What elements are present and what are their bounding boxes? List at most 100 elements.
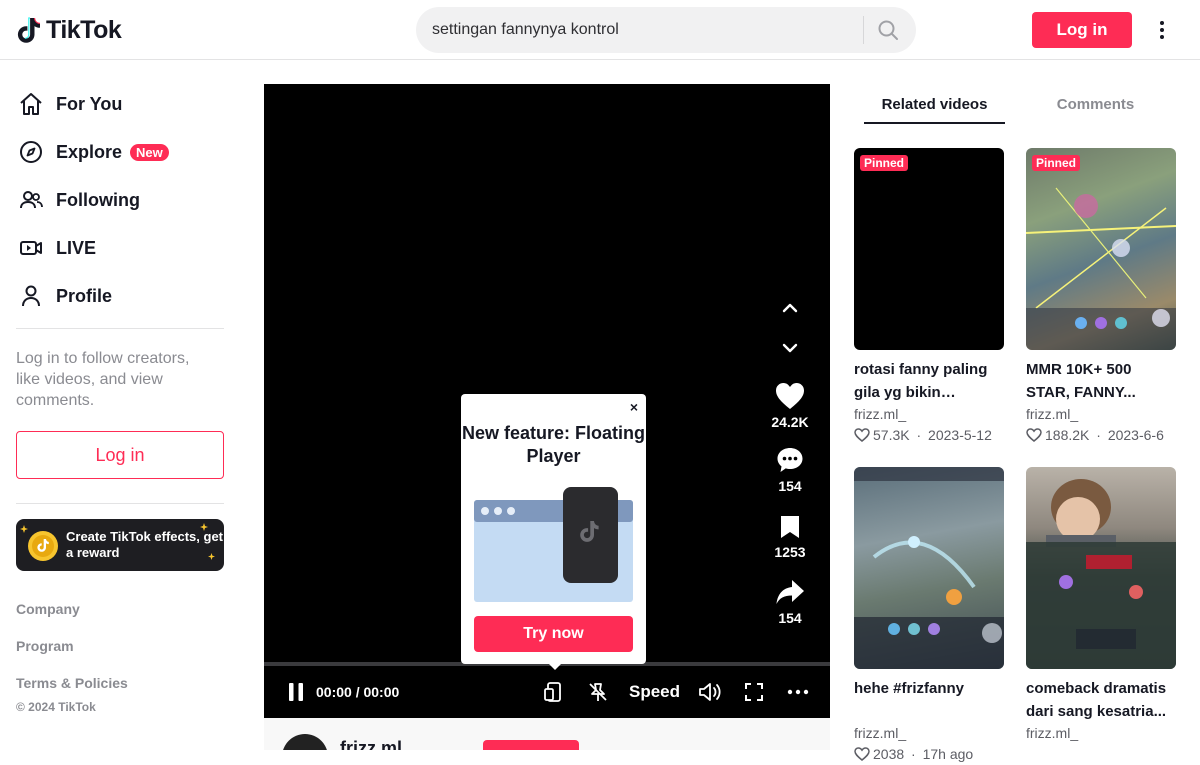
search-icon	[878, 20, 898, 40]
speed-button[interactable]: Speed	[629, 682, 680, 702]
live-icon	[16, 233, 46, 263]
video-thumbnail[interactable]: Pinned	[1026, 148, 1176, 350]
previous-video-button[interactable]	[764, 298, 816, 318]
tab-comments[interactable]: Comments	[1025, 86, 1166, 124]
sidebar-item-label: Explore	[56, 141, 123, 162]
video-author[interactable]: frizz.ml_	[1026, 723, 1176, 743]
search-button[interactable]	[874, 17, 902, 43]
tiktok-logo[interactable]: TikTok	[16, 14, 122, 46]
sidebar-divider	[16, 503, 224, 504]
footer-link-company[interactable]: Company	[16, 601, 80, 617]
sparkle-icon	[20, 525, 28, 533]
footer-link-terms[interactable]: Terms & Policies	[16, 675, 128, 691]
sidebar-item-for-you[interactable]: For You	[16, 84, 122, 124]
author-name[interactable]: frizz.ml	[340, 738, 402, 750]
sidebar-item-live[interactable]: LIVE	[16, 228, 96, 268]
close-icon[interactable]: ×	[627, 399, 641, 415]
save-button[interactable]: 1253	[764, 514, 816, 560]
follow-button[interactable]	[483, 740, 579, 750]
share-count: 154	[778, 610, 802, 626]
chevron-down-icon	[782, 343, 798, 353]
floating-player-button[interactable]	[542, 680, 566, 704]
volume-button[interactable]	[698, 680, 722, 704]
avatar[interactable]	[282, 734, 328, 750]
try-now-button[interactable]: Try now	[474, 616, 633, 652]
volume-icon	[699, 683, 721, 701]
chevron-up-icon	[782, 303, 798, 313]
video-card[interactable]: Pinned rotasi fanny paling gila yg bikin…	[854, 148, 1004, 446]
save-count: 1253	[774, 544, 806, 560]
login-button[interactable]: Log in	[1032, 12, 1132, 48]
video-title[interactable]: hehe #frizfanny	[854, 677, 1004, 723]
streamer-scene	[1026, 479, 1176, 669]
video-title[interactable]: rotasi fanny paling gila yg bikin musuh.…	[854, 358, 1004, 404]
sidebar-item-label: For You	[56, 93, 123, 114]
search-divider	[863, 16, 864, 44]
home-icon	[16, 89, 46, 119]
compass-icon	[16, 137, 46, 167]
share-arrow-icon	[776, 580, 804, 604]
video-likes: 188.2K	[1045, 427, 1090, 443]
copyright-text: © 2024 TikTok	[16, 700, 96, 714]
video-likes: 57.3K	[873, 427, 910, 443]
video-thumbnail[interactable]	[854, 467, 1004, 669]
meta-separator: ·	[907, 746, 920, 762]
video-meta: 188.2K · 2023-6-6	[1026, 424, 1176, 446]
heart-outline-icon	[854, 747, 870, 761]
video-card[interactable]: hehe #frizfanny frizz.ml_ 2038 · 17h ago	[854, 467, 1004, 765]
heart-outline-icon	[854, 428, 870, 442]
video-author[interactable]: frizz.ml_	[1026, 404, 1176, 424]
login-prompt-text: Log in to follow creators, like videos, …	[16, 350, 190, 409]
floating-player-icon	[544, 682, 561, 702]
video-card[interactable]: Pinned MMR 10K+ 500 STAR, FANNY... frizz…	[1026, 148, 1176, 446]
sidebar-divider	[16, 328, 224, 329]
pinned-badge: Pinned	[860, 155, 909, 171]
more-horizontal-icon	[787, 689, 809, 695]
video-likes: 2038	[873, 746, 905, 762]
pinned-badge: Pinned	[1032, 155, 1081, 171]
footer-link-program[interactable]: Program	[16, 638, 74, 654]
no-interruption-button[interactable]	[586, 680, 610, 704]
sidebar-item-profile[interactable]: Profile	[16, 276, 112, 316]
sidebar-item-following[interactable]: Following	[16, 180, 140, 220]
sidebar-login-button[interactable]: Log in	[16, 431, 224, 479]
video-card[interactable]: comeback dramatis dari sang kesatria... …	[1026, 467, 1176, 743]
more-options-icon[interactable]	[1150, 16, 1174, 44]
meta-separator: ·	[1092, 427, 1105, 443]
sidebar-item-label: LIVE	[56, 237, 97, 258]
effects-banner-text: Create TikTok effects, get a reward	[66, 529, 224, 560]
floating-player-popup: × New feature: Floating Player Try now	[461, 394, 646, 670]
video-author[interactable]: frizz.ml_	[854, 723, 1004, 743]
player-controls: 00:00 / 00:00 Speed	[264, 674, 830, 710]
video-thumbnail[interactable]	[1026, 467, 1176, 669]
tiktok-logo-icon	[17, 17, 41, 43]
heart-icon	[776, 383, 804, 409]
fullscreen-button[interactable]	[742, 680, 766, 704]
floating-player-illustration	[474, 487, 633, 602]
tab-related-videos[interactable]: Related videos	[864, 86, 1005, 124]
pin-off-icon	[589, 683, 607, 701]
search-bar	[416, 7, 916, 53]
next-video-button[interactable]	[764, 338, 816, 358]
gameplay-scene	[854, 467, 1004, 669]
video-author[interactable]: frizz.ml_	[854, 404, 1004, 424]
search-input[interactable]	[432, 21, 852, 39]
popup-tail	[547, 662, 563, 670]
effects-banner[interactable]: Create TikTok effects, get a reward	[16, 519, 224, 571]
logo-text: TikTok	[46, 15, 122, 44]
video-thumbnail[interactable]: Pinned	[854, 148, 1004, 350]
video-meta: 57.3K · 2023-5-12	[854, 424, 1004, 446]
like-button[interactable]: 24.2K	[764, 382, 816, 430]
video-time: 00:00 / 00:00	[316, 684, 400, 700]
sidebar-item-explore[interactable]: Explore New	[16, 132, 169, 172]
like-count: 24.2K	[771, 414, 809, 430]
bookmark-icon	[781, 516, 799, 538]
share-button[interactable]: 154	[764, 578, 816, 626]
pause-button[interactable]	[284, 680, 308, 704]
person-icon	[16, 281, 46, 311]
coin-icon	[28, 531, 58, 561]
video-title[interactable]: comeback dramatis dari sang kesatria...	[1026, 677, 1176, 723]
comment-button[interactable]: 154	[764, 446, 816, 494]
video-title[interactable]: MMR 10K+ 500 STAR, FANNY...	[1026, 358, 1176, 404]
more-player-options[interactable]	[786, 680, 810, 704]
